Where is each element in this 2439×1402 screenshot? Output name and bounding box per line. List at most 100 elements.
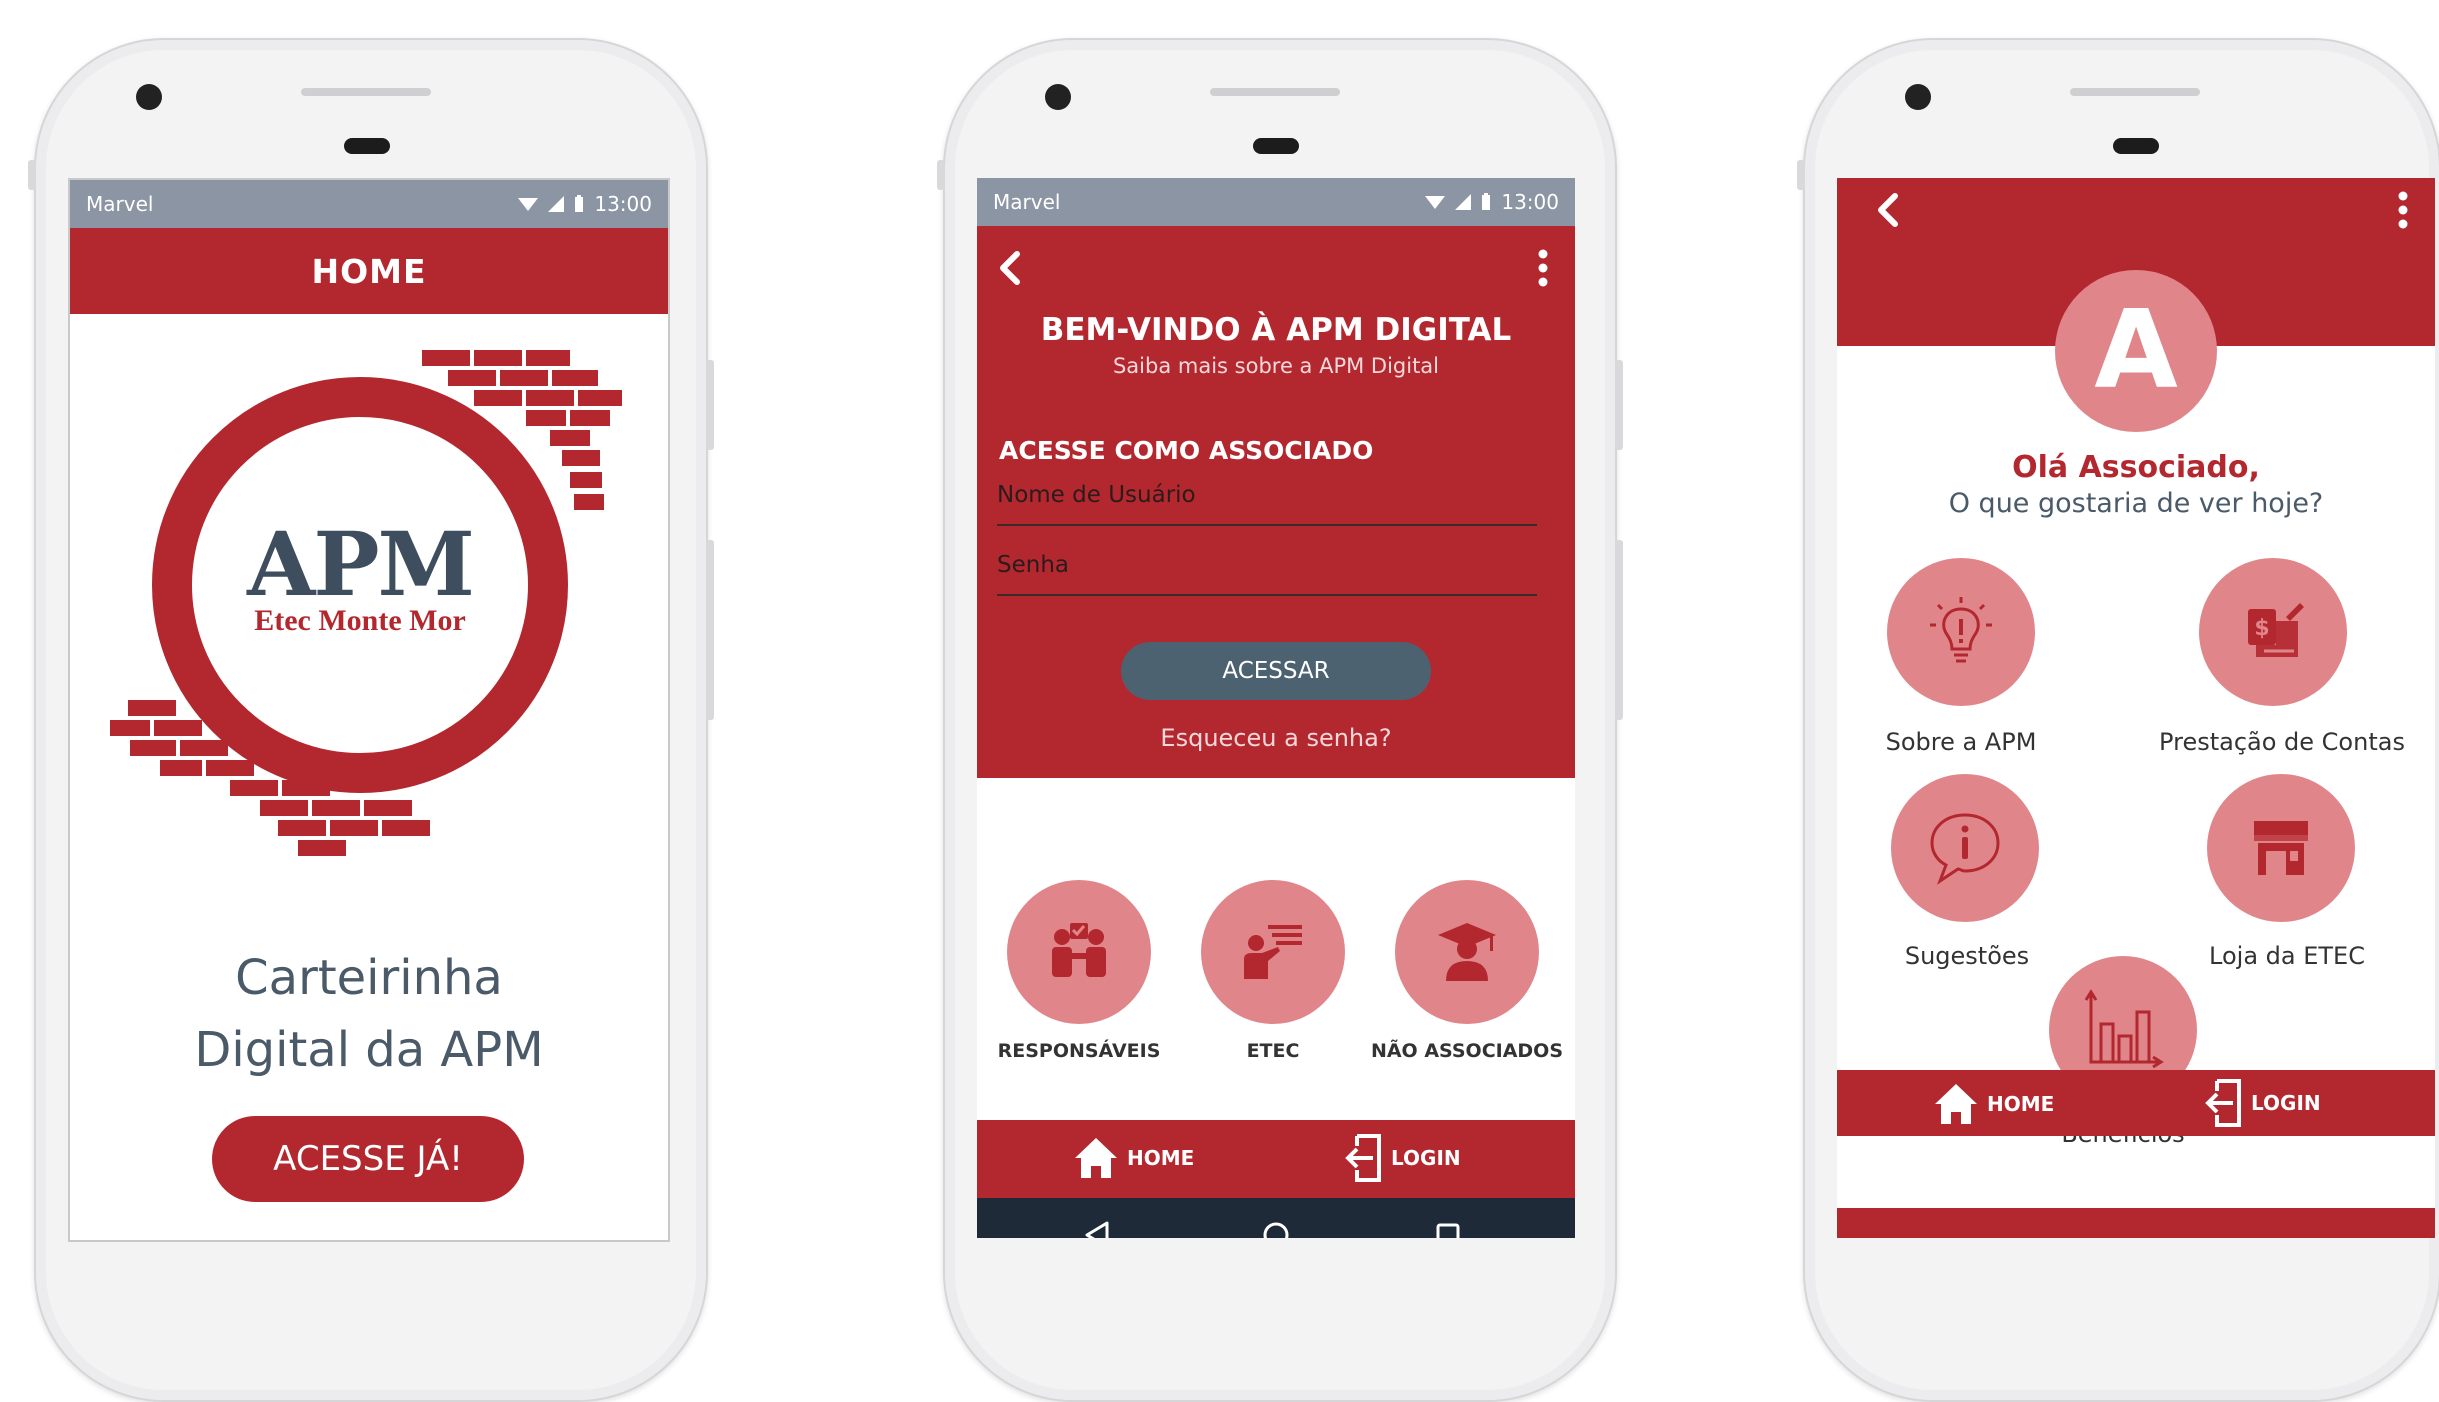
home-icon [1935, 1084, 1977, 1124]
front-camera [136, 84, 162, 110]
header-title: HOME [311, 251, 427, 291]
home-nav-icon[interactable] [1261, 1220, 1291, 1238]
menu-label: Sobre a APM [1885, 728, 2037, 756]
login-icon [2205, 1079, 2241, 1127]
invoice-icon: $ [2248, 603, 2304, 657]
battery-icon [1482, 193, 1491, 210]
phone-home: Marvel 13:00 HOME APM Etec Monte Mor Car… [28, 38, 714, 1402]
overflow-menu-icon[interactable] [2397, 190, 2409, 230]
headline-line1: Carteirinha [235, 950, 503, 1006]
greeting: Olá Associado, [2012, 450, 2260, 485]
nav-home[interactable]: HOME [1933, 1082, 2054, 1126]
side-button [706, 360, 714, 450]
speech-bubble-icon [1930, 813, 2000, 885]
menu-label: Sugestões [1904, 942, 2030, 970]
nav-home[interactable]: HOME [1073, 1136, 1194, 1180]
category-label: ETEC [1246, 1040, 1300, 1062]
nav-home-label: HOME [1987, 1092, 2055, 1116]
status-carrier: Marvel [86, 192, 154, 216]
side-button [28, 160, 36, 190]
category-etec[interactable] [1201, 880, 1345, 1024]
category-label: RESPONSÁVEIS [997, 1040, 1161, 1062]
wifi-icon [1425, 196, 1446, 209]
menu-label: Loja da ETEC [2209, 942, 2365, 970]
menu-prestacao-contas[interactable]: $ [2199, 558, 2347, 706]
wifi-icon [518, 198, 539, 211]
headline: Carteirinha Digital da APM [70, 942, 668, 1086]
overflow-menu-icon[interactable] [1537, 248, 1549, 288]
acessar-button[interactable]: ACESSAR [1121, 642, 1431, 700]
back-nav-icon[interactable] [1083, 1220, 1113, 1238]
menu-sugestoes[interactable] [1891, 774, 2039, 922]
front-camera [1905, 84, 1931, 110]
status-bar: Marvel 13:00 [70, 180, 668, 228]
signal-icon [548, 196, 565, 212]
nav-login[interactable]: LOGIN [2203, 1079, 2321, 1127]
logo-text: APM Etec Monte Mor [200, 518, 520, 638]
apm-logo: APM Etec Monte Mor [70, 350, 668, 870]
recents-nav-icon[interactable] [1433, 1220, 1463, 1238]
earpiece [2070, 88, 2200, 96]
status-time: 13:00 [594, 192, 652, 216]
battery-icon [575, 195, 584, 212]
category-responsaveis[interactable] [1007, 880, 1151, 1024]
store-icon [2254, 821, 2308, 875]
svg-text:$: $ [2254, 616, 2269, 641]
side-button [937, 160, 945, 190]
side-button [706, 540, 714, 720]
headline-line2: Digital da APM [194, 1022, 544, 1078]
login-panel: BEM-VINDO À APM DIGITAL Saiba mais sobre… [977, 226, 1575, 778]
menu-loja-etec[interactable] [2207, 774, 2355, 922]
acesse-ja-button[interactable]: ACESSE JÁ! [212, 1116, 524, 1202]
welcome-title: BEM-VINDO À APM DIGITAL [1040, 312, 1512, 348]
android-nav-bar [977, 1198, 1575, 1238]
nav-home-label: HOME [1127, 1146, 1195, 1170]
nav-login-label: LOGIN [2251, 1091, 2321, 1115]
side-button [1615, 540, 1623, 720]
home-icon [1075, 1138, 1117, 1178]
category-label: NÃO ASSOCIADOS [1370, 1040, 1564, 1062]
bar-chart-icon [2084, 989, 2164, 1069]
nav-login-label: LOGIN [1391, 1146, 1461, 1170]
screen: Marvel 13:00 BEM-VINDO À APM DIGITAL Sai… [977, 178, 1575, 1238]
acesse-ja-label: ACESSE JÁ! [273, 1139, 463, 1179]
username-placeholder: Nome de Usuário [997, 482, 1196, 508]
front-camera [1045, 84, 1071, 110]
logo-main: APM [247, 512, 475, 616]
status-time: 13:00 [1501, 190, 1559, 214]
earpiece [1210, 88, 1340, 96]
sensor [2113, 138, 2159, 154]
phone-login: Marvel 13:00 BEM-VINDO À APM DIGITAL Sai… [937, 38, 1623, 1402]
sensor [1253, 138, 1299, 154]
avatar-letter: A [2094, 288, 2178, 413]
welcome-subtitle: Saiba mais sobre a APM Digital [1112, 354, 1440, 378]
sensor [344, 138, 390, 154]
acessar-label: ACESSAR [1222, 658, 1330, 684]
back-arrow-icon[interactable] [1873, 190, 1903, 230]
question: O que gostaria de ver hoje? [1948, 488, 2324, 519]
lightbulb-icon [1930, 597, 1992, 663]
screen: Marvel 13:00 HOME APM Etec Monte Mor Car… [68, 178, 670, 1242]
avatar: A [2055, 270, 2217, 432]
bottom-nav-bar: HOME LOGIN [1837, 1070, 2435, 1136]
side-button [1615, 360, 1623, 450]
forgot-password-link[interactable]: Esqueceu a senha? [977, 724, 1575, 752]
back-arrow-icon[interactable] [995, 248, 1025, 288]
graduate-icon [1438, 923, 1496, 981]
bottom-nav: HOME LOGIN [977, 1120, 1575, 1198]
teacher-icon [1244, 925, 1302, 979]
status-bar: Marvel 13:00 [977, 178, 1575, 226]
phone-dashboard: A Olá Associado, O que gostaria de ver h… [1797, 38, 2439, 1402]
earpiece [301, 88, 431, 96]
parents-icon [1052, 923, 1106, 977]
password-placeholder: Senha [997, 552, 1069, 578]
menu-sobre-apm[interactable] [1887, 558, 2035, 706]
password-field[interactable]: Senha [997, 552, 1537, 596]
username-field[interactable]: Nome de Usuário [997, 482, 1537, 526]
side-button [1797, 160, 1805, 190]
login-icon [1345, 1134, 1381, 1182]
bottom-nav [1837, 1208, 2435, 1238]
nav-login[interactable]: LOGIN [1343, 1134, 1461, 1182]
category-nao-associados[interactable] [1395, 880, 1539, 1024]
login-section-title: ACESSE COMO ASSOCIADO [999, 436, 1374, 465]
